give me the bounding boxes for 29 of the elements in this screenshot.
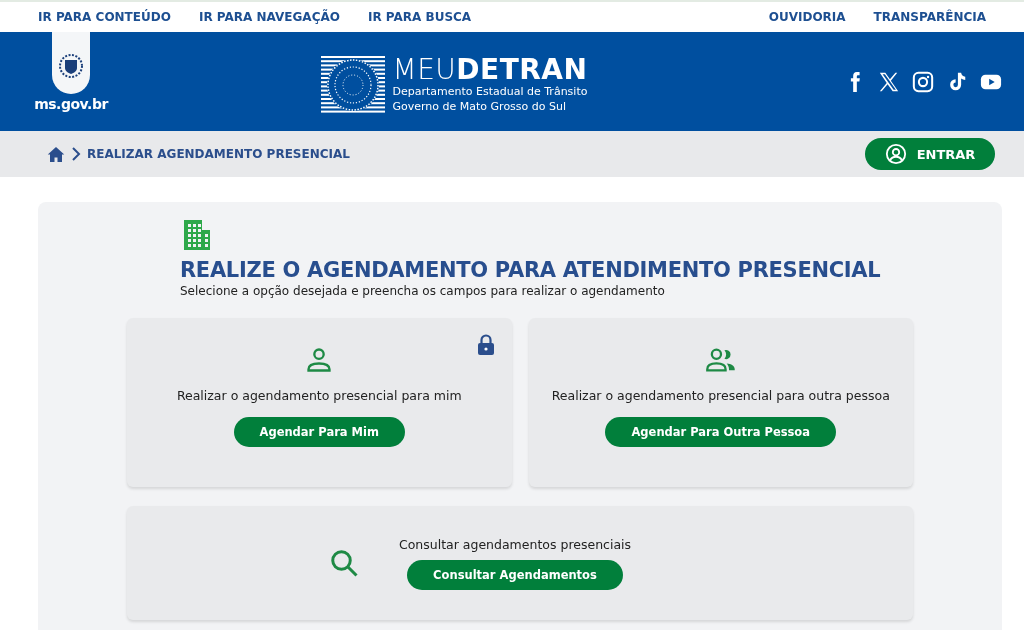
skip-link[interactable]: IR PARA CONTEÚDO (38, 10, 171, 24)
user-icon (884, 143, 907, 165)
state-emblem-icon[interactable] (52, 32, 90, 94)
x-icon[interactable] (878, 71, 900, 93)
schedule-button[interactable]: Agendar Para Mim (233, 417, 405, 447)
skip-link[interactable]: IR PARA BUSCA (367, 10, 472, 24)
brand-subtitle: Departamento Estadual de Trânsito (392, 84, 588, 99)
option-description: Realizar o agendamento presencial para mim (176, 388, 462, 403)
option-description: Realizar o agendamento presencial para outra pessoa (551, 388, 890, 403)
chevron-right-icon (71, 147, 81, 161)
page-title: REALIZE O AGENDAMENTO PARA ATENDIMENTO PRESENCIAL (180, 258, 882, 282)
schedule-button[interactable]: Agendar Para Outra Pessoa (605, 417, 837, 447)
top-nav-link[interactable]: TRANSPARÊNCIA (873, 10, 986, 24)
home-icon[interactable] (47, 145, 65, 163)
people-icon (704, 346, 737, 374)
top-nav-link[interactable]: OUVIDORIA (768, 10, 846, 24)
lookup-button[interactable]: Consultar Agendamentos (407, 559, 623, 590)
gov-logo-text[interactable]: ms.gov.br (34, 96, 108, 112)
person-icon (305, 346, 334, 374)
brand-subtitle: Governo de Mato Grosso do Sul (392, 99, 568, 114)
login-button[interactable]: ENTRAR (865, 138, 995, 170)
globe-logo-icon (320, 56, 385, 114)
page-subtitle: Selecione a opção desejada e preencha os campos para realizar o agendamento (180, 284, 666, 298)
skip-link[interactable]: IR PARA NAVEGAÇÃO (198, 10, 340, 24)
search-icon (328, 548, 359, 578)
breadcrumb-current: REALIZAR AGENDAMENTO PRESENCIAL (87, 147, 350, 161)
brand-name: MEUDETRAN (392, 56, 588, 84)
instagram-icon[interactable] (912, 71, 934, 93)
lookup-description: Consultar agendamentos presenciais (398, 536, 632, 552)
